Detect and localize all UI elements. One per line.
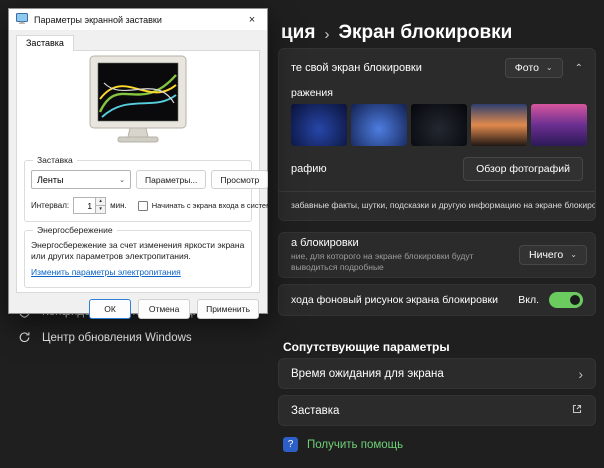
recent-images bbox=[279, 104, 595, 146]
status-app-dropdown[interactable]: Ничего ⌄ bbox=[519, 245, 587, 265]
status-app-value: Ничего bbox=[529, 249, 563, 261]
screensaver-group: Заставка Ленты ⌄ Параметры... Просмотр И… bbox=[24, 160, 252, 222]
screensaver-row[interactable]: Заставка bbox=[278, 395, 596, 426]
toggle-state-label: Вкл. bbox=[518, 294, 539, 306]
screen-timeout-label: Время ожидания для экрана bbox=[291, 368, 444, 380]
interval-label: Интервал: bbox=[31, 201, 69, 210]
signin-background-toggle[interactable] bbox=[549, 292, 583, 308]
breadcrumb-parent[interactable]: ция bbox=[281, 22, 315, 44]
screensaver-preview-button[interactable]: Просмотр bbox=[211, 170, 268, 189]
lockscreen-thumbnail-bloom-dark[interactable] bbox=[291, 104, 347, 146]
personalize-header: те свой экран блокировки Фото ⌄ ⌃ bbox=[279, 49, 595, 84]
breadcrumb-separator-icon: › bbox=[324, 24, 329, 43]
energy-group-label: Энергосбережение bbox=[33, 225, 117, 235]
dialog-page: Заставка Ленты ⌄ Параметры... Просмотр И… bbox=[16, 50, 260, 293]
screensaver-select-value: Ленты bbox=[37, 175, 63, 185]
personalize-title: те свой экран блокировки bbox=[291, 62, 495, 74]
breadcrumb: ция › Экран блокировки bbox=[281, 22, 512, 44]
toggle-knob bbox=[570, 295, 580, 305]
external-link-icon bbox=[571, 403, 583, 418]
power-settings-link[interactable]: Изменить параметры электропитания bbox=[31, 267, 181, 277]
energy-group: Энергосбережение Энергосбережение за сче… bbox=[24, 230, 252, 288]
screensaver-select[interactable]: Ленты ⌄ bbox=[31, 170, 131, 189]
spin-down-icon[interactable]: ▼ bbox=[96, 205, 105, 213]
monitor-icon bbox=[16, 11, 28, 29]
lockscreen-thumbnail-bloom-blue[interactable] bbox=[351, 104, 407, 146]
related-settings-heading: Сопутствующие параметры bbox=[283, 340, 450, 354]
cancel-button[interactable]: Отмена bbox=[138, 299, 190, 319]
lockscreen-status-subtitle: ние, для которого на экране блокировки б… bbox=[291, 251, 519, 273]
close-icon: × bbox=[249, 14, 255, 26]
recent-images-label: ражения bbox=[279, 84, 595, 104]
screensaver-group-label: Заставка bbox=[33, 155, 77, 165]
spin-up-icon[interactable]: ▲ bbox=[96, 198, 105, 205]
browse-photos-button[interactable]: Обзор фотографий bbox=[463, 157, 583, 181]
dialog-title: Параметры экранной заставки bbox=[34, 15, 162, 25]
interval-spin-buttons: ▲ ▼ bbox=[95, 197, 106, 214]
logon-checkbox[interactable] bbox=[138, 201, 148, 211]
tab-screensaver[interactable]: Заставка bbox=[16, 35, 74, 51]
interval-row: Интервал: ▲ ▼ мин. Начинать с экрана вхо… bbox=[31, 197, 245, 214]
signin-background-label: хода фоновый рисунок экрана блокировки bbox=[291, 294, 518, 306]
personalize-lockscreen-card: те свой экран блокировки Фото ⌄ ⌃ ражени… bbox=[278, 48, 596, 221]
get-help-label: Получить помощь bbox=[307, 439, 403, 451]
sidebar-item-windows-update[interactable]: Центр обновления Windows bbox=[8, 326, 270, 349]
screensaver-preview bbox=[22, 55, 254, 152]
browse-photos-row: рафию Обзор фотографий bbox=[279, 146, 595, 191]
sidebar-item-label: Центр обновления Windows bbox=[42, 332, 192, 344]
apply-button[interactable]: Применить bbox=[197, 299, 259, 319]
dialog-footer: ОК Отмена Применить bbox=[9, 293, 267, 324]
energy-description: Энергосбережение за счет изменения яркос… bbox=[31, 240, 245, 262]
background-mode-value: Фото bbox=[515, 62, 539, 74]
screensaver-row-label: Заставка bbox=[291, 405, 339, 417]
choose-photo-label: рафию bbox=[291, 163, 327, 175]
chevron-up-icon[interactable]: ⌃ bbox=[575, 63, 583, 74]
dialog-titlebar[interactable]: Параметры экранной заставки × bbox=[9, 9, 267, 30]
background-mode-dropdown[interactable]: Фото ⌄ bbox=[505, 58, 563, 78]
chevron-down-icon: ⌄ bbox=[119, 176, 125, 184]
screensaver-settings-dialog: Параметры экранной заставки × Заставка bbox=[8, 8, 268, 314]
page-title: Экран блокировки bbox=[338, 22, 512, 44]
chevron-right-icon: › bbox=[578, 366, 583, 382]
lockscreen-status-text: а блокировки ние, для которого на экране… bbox=[291, 237, 519, 273]
get-help-icon: ? bbox=[283, 437, 298, 452]
screensaver-controls-row: Ленты ⌄ Параметры... Просмотр bbox=[31, 170, 245, 189]
lockscreen-status-card: а блокировки ние, для которого на экране… bbox=[278, 232, 596, 278]
screensaver-settings-button[interactable]: Параметры... bbox=[136, 170, 206, 189]
update-icon bbox=[18, 331, 31, 344]
chevron-down-icon: ⌄ bbox=[570, 251, 577, 259]
lockscreen-thumbnail-dark-abstract[interactable] bbox=[411, 104, 467, 146]
dialog-tabs: Заставка bbox=[9, 30, 267, 50]
interval-unit-label: мин. bbox=[110, 201, 127, 210]
interval-stepper[interactable]: ▲ ▼ bbox=[73, 197, 106, 214]
settings-app: ция › Экран блокировки те свой экран бло… bbox=[0, 0, 604, 468]
interval-input[interactable] bbox=[73, 197, 95, 214]
screen-timeout-row[interactable]: Время ожидания для экрана › bbox=[278, 358, 596, 389]
logon-checkbox-label: Начинать с экрана входа в систему bbox=[152, 201, 275, 210]
ok-button[interactable]: ОК bbox=[89, 299, 131, 319]
close-button[interactable]: × bbox=[237, 9, 267, 30]
signin-background-card: хода фоновый рисунок экрана блокировки В… bbox=[278, 284, 596, 316]
lockscreen-status-title: а блокировки bbox=[291, 237, 519, 249]
chevron-down-icon: ⌄ bbox=[546, 64, 553, 72]
lockscreen-thumbnail-sunset[interactable] bbox=[471, 104, 527, 146]
fun-facts-label: забавные факты, шутки, подсказки и другу… bbox=[279, 191, 595, 220]
lockscreen-thumbnail-purple-flow[interactable] bbox=[531, 104, 587, 146]
get-help-link[interactable]: ? Получить помощь bbox=[283, 437, 403, 452]
